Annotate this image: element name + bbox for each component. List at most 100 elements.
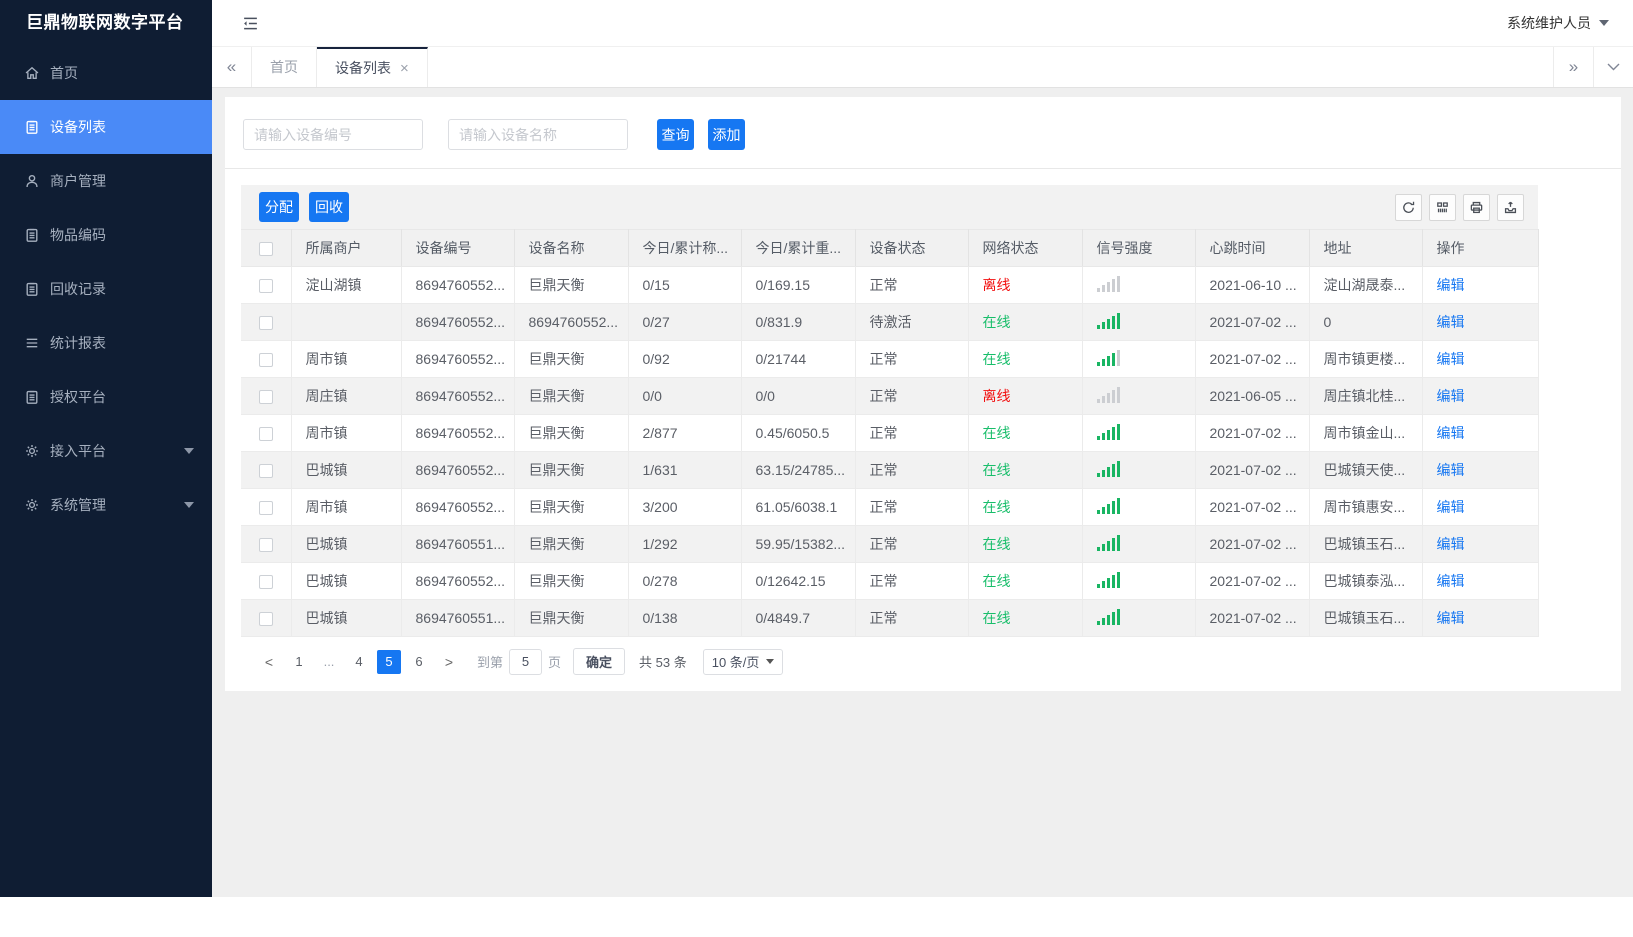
cell-address: 淀山湖晟泰... [1309, 266, 1423, 304]
table-header-row: 所属商户 设备编号 设备名称 今日/累计称... 今日/累计重... 设备状态 网络状态 信号… [241, 229, 1539, 267]
goto-confirm-button[interactable]: 确定 [573, 648, 626, 675]
edit-link[interactable]: 编辑 [1437, 536, 1465, 552]
sidebar-item-item-code[interactable]: 物品编码 [0, 208, 212, 262]
sidebar: 巨鼎物联网数字平台 首页 设备列表 商户管理 物品编码 回收记录 统计报表 授权平台 接入平台… [0, 0, 212, 897]
cell-merchant: 周市镇 [291, 340, 402, 378]
cell-merchant [291, 303, 402, 341]
columns-button[interactable] [1429, 193, 1456, 221]
tab-home[interactable]: 首页 [252, 47, 317, 87]
cell-device-no: 8694760552... [401, 451, 515, 489]
clipboard-icon [24, 227, 40, 243]
cell-device-name: 巨鼎天衡 [514, 340, 629, 378]
cell-heartbeat: 2021-06-05 ... [1195, 377, 1310, 415]
goto-page-input[interactable] [509, 648, 543, 675]
close-icon[interactable]: × [400, 60, 409, 77]
page-size-select[interactable]: 10 条/页 [702, 648, 784, 675]
add-button[interactable]: 添加 [708, 119, 745, 150]
sidebar-item-system-mgmt[interactable]: 系统管理 [0, 478, 212, 532]
sidebar-item-recycle-record[interactable]: 回收记录 [0, 262, 212, 316]
cell-merchant: 周市镇 [291, 414, 402, 452]
cell-heartbeat: 2021-07-02 ... [1195, 414, 1310, 452]
tabs-scroll-right[interactable]: » [1553, 47, 1593, 87]
device-no-input[interactable] [243, 119, 423, 150]
edit-link[interactable]: 编辑 [1437, 388, 1465, 404]
page-number-1[interactable]: 1 [287, 650, 311, 674]
edit-link[interactable]: 编辑 [1437, 573, 1465, 589]
clipboard-icon [24, 281, 40, 297]
select-all-checkbox[interactable] [258, 242, 273, 257]
cell-heartbeat: 2021-07-02 ... [1195, 599, 1310, 637]
cell-address: 周市镇惠安... [1309, 488, 1423, 526]
total-count-label: 共 53 条 [639, 655, 687, 670]
row-checkbox[interactable] [258, 538, 273, 553]
edit-link[interactable]: 编辑 [1437, 462, 1465, 478]
cell-today-count: 0/92 [628, 340, 742, 378]
sidebar-nav: 首页 设备列表 商户管理 物品编码 回收记录统计报表授权平台 接入平台 系统管理 [0, 46, 212, 532]
refresh-button[interactable] [1395, 193, 1422, 221]
app-shell: 巨鼎物联网数字平台 首页 设备列表 商户管理 物品编码 回收记录 统计报表 授权平台 接入平台… [0, 0, 1633, 897]
sidebar-collapse-icon[interactable] [242, 16, 259, 31]
query-button[interactable]: 查询 [657, 119, 694, 150]
sidebar-item-access-platform[interactable]: 接入平台 [0, 424, 212, 478]
device-name-input[interactable] [448, 119, 628, 150]
cell-device-name: 巨鼎天衡 [514, 414, 629, 452]
edit-link[interactable]: 编辑 [1437, 314, 1465, 330]
export-button[interactable] [1497, 193, 1524, 221]
cell-today-count: 0/15 [628, 266, 742, 304]
sidebar-item-auth-platform[interactable]: 授权平台 [0, 370, 212, 424]
cell-device-status: 正常 [855, 451, 969, 489]
column-header: 信号强度 [1082, 229, 1196, 267]
cell-device-status: 正常 [855, 414, 969, 452]
chevron-down-icon [1607, 63, 1620, 71]
user-name: 系统维护人员 [1507, 15, 1591, 31]
signal-strength-icon [1096, 534, 1120, 551]
user-menu[interactable]: 系统维护人员 [1507, 13, 1609, 33]
assign-button[interactable]: 分配 [259, 192, 299, 222]
cell-actions: 编辑 [1422, 377, 1539, 415]
edit-link[interactable]: 编辑 [1437, 351, 1465, 367]
edit-link[interactable]: 编辑 [1437, 277, 1465, 293]
edit-link[interactable]: 编辑 [1437, 610, 1465, 626]
tabs-more-menu[interactable] [1593, 47, 1633, 87]
print-button[interactable] [1463, 193, 1490, 221]
prev-page-button[interactable]: < [257, 650, 281, 674]
cell-today-count: 0/27 [628, 303, 742, 341]
page-number-5[interactable]: 5 [377, 649, 401, 674]
sidebar-item-home[interactable]: 首页 [0, 46, 212, 100]
table-row: 周市镇 8694760552... 巨鼎天衡 3/200 61.05/6038.1 正常在… [241, 488, 1539, 526]
row-checkbox[interactable] [258, 279, 273, 294]
tab-label: 设备列表 [335, 60, 391, 76]
sidebar-item-stats-report[interactable]: 统计报表 [0, 316, 212, 370]
cell-signal [1082, 488, 1196, 526]
row-checkbox[interactable] [258, 316, 273, 331]
signal-strength-icon [1096, 608, 1120, 625]
page-ellipsis[interactable]: ... [317, 650, 341, 674]
page-number-6[interactable]: 6 [407, 650, 431, 674]
tabs-scroll-left[interactable]: « [212, 47, 252, 87]
page-number-4[interactable]: 4 [347, 650, 371, 674]
row-checkbox[interactable] [258, 390, 273, 405]
cell-actions: 编辑 [1422, 562, 1539, 600]
row-checkbox[interactable] [258, 427, 273, 442]
goto-label: 到第 [477, 655, 504, 670]
cell-address: 0 [1309, 303, 1423, 341]
cell-device-no: 8694760551... [401, 599, 515, 637]
sidebar-item-label: 统计报表 [50, 335, 106, 351]
tab-device-list[interactable]: 设备列表 × [317, 47, 428, 87]
row-checkbox[interactable] [258, 501, 273, 516]
row-checkbox[interactable] [258, 612, 273, 627]
row-checkbox[interactable] [258, 575, 273, 590]
sidebar-item-device-list[interactable]: 设备列表 [0, 100, 212, 154]
gear-icon [24, 497, 40, 513]
next-page-button[interactable]: > [437, 650, 461, 674]
cell-device-name: 巨鼎天衡 [514, 266, 629, 304]
row-checkbox[interactable] [258, 464, 273, 479]
recycle-button[interactable]: 回收 [309, 192, 349, 222]
row-checkbox[interactable] [258, 353, 273, 368]
cell-device-status: 正常 [855, 599, 969, 637]
cell-network-status: 在线 [968, 525, 1083, 563]
edit-link[interactable]: 编辑 [1437, 425, 1465, 441]
cell-merchant: 巴城镇 [291, 451, 402, 489]
sidebar-item-merchant-mgmt[interactable]: 商户管理 [0, 154, 212, 208]
edit-link[interactable]: 编辑 [1437, 499, 1465, 515]
